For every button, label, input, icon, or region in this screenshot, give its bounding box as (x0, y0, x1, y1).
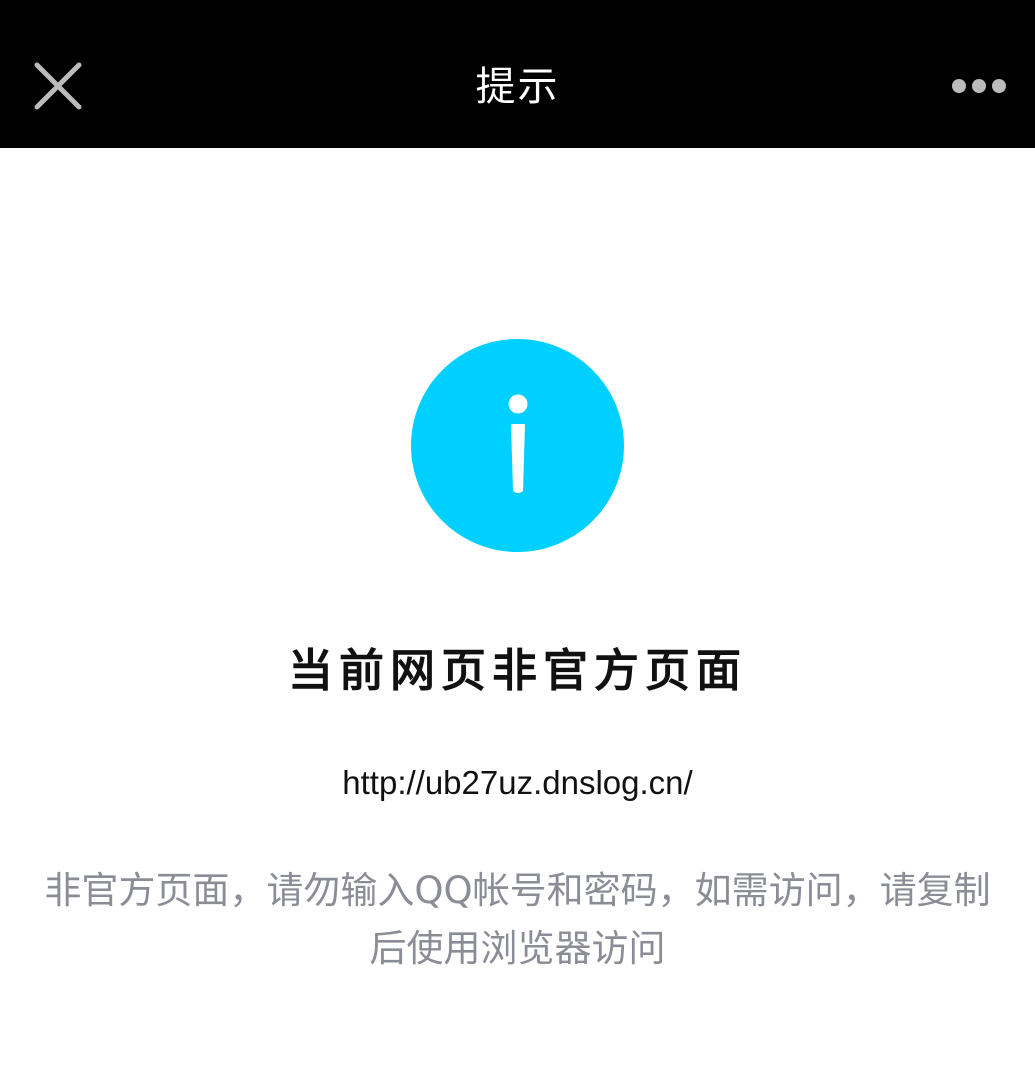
more-options-button[interactable] (935, 58, 1023, 114)
info-icon-dot (508, 394, 528, 414)
page-url: http://ub27uz.dnslog.cn/ (342, 764, 693, 801)
top-bar: 提示 (0, 0, 1035, 148)
info-icon (411, 339, 624, 552)
warning-description: 非官方页面，请勿输入QQ帐号和密码，如需访问，请复制后使用浏览器访问 (44, 869, 991, 970)
info-icon-stem (511, 424, 525, 493)
more-horizontal-icon (952, 79, 1006, 93)
warning-headline: 当前网页非官方页面 (287, 644, 747, 697)
page-title: 提示 (475, 64, 560, 110)
